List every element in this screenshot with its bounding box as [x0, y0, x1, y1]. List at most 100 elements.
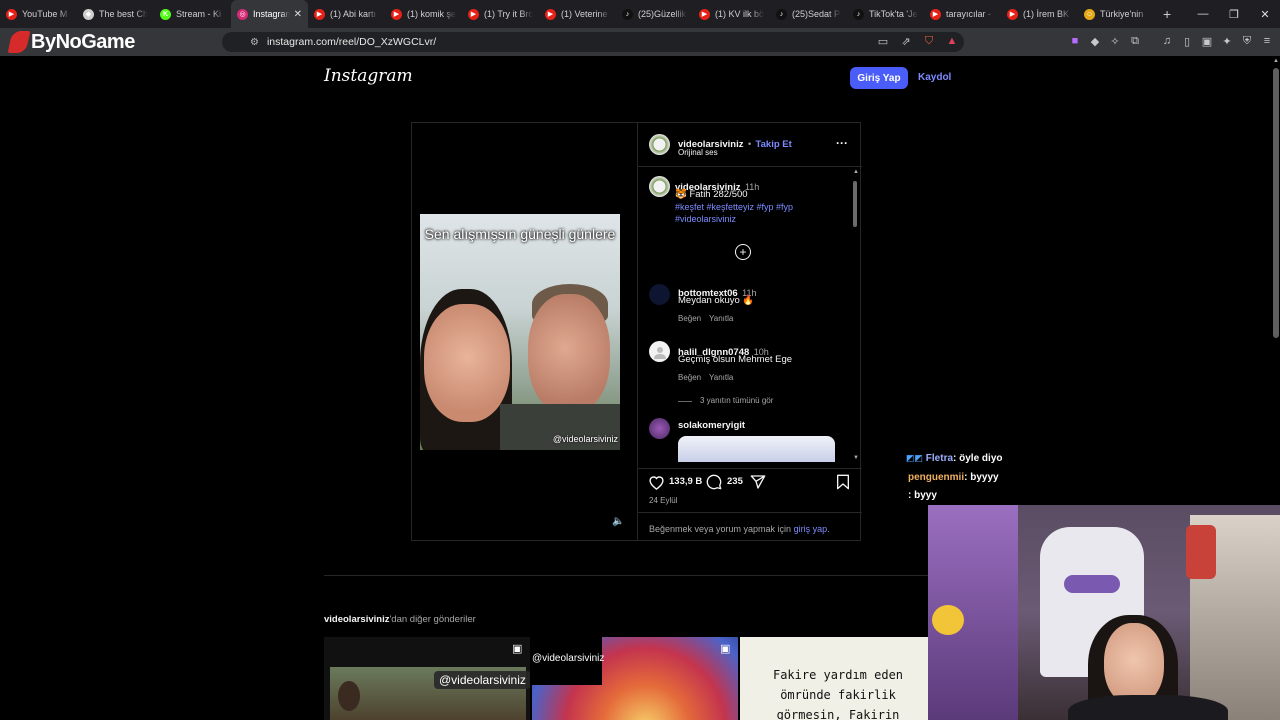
comment-avatar[interactable] [649, 418, 670, 439]
header-dot: • [747, 139, 752, 149]
comments-scrollbar[interactable]: ▲ ▼ [852, 169, 859, 461]
bynogame-logo[interactable]: ByNoGame [7, 30, 135, 54]
tab-favicon-icon: ◎ [237, 8, 248, 20]
save-icon[interactable] [836, 474, 850, 495]
audio-label[interactable]: Orijinal ses [678, 148, 718, 157]
tab-title: TikTok'ta 'Je [869, 9, 918, 19]
video-watermark: @videolarsiviniz [552, 434, 618, 444]
brave-shield-icon[interactable]: ⛉ [922, 34, 936, 48]
comment-avatar-default[interactable] [649, 341, 670, 362]
menu-icon[interactable]: ≡ [1260, 34, 1274, 48]
caption-hashtags-2[interactable]: #videolarsiviniz [675, 214, 736, 224]
comment-count[interactable]: 235 [727, 476, 743, 487]
author-avatar[interactable] [649, 134, 670, 155]
vpn-icon[interactable]: ⛨ [1240, 34, 1254, 48]
load-more-comments-icon[interactable]: + [735, 244, 751, 260]
tab-title: YouTube M [22, 9, 68, 19]
extension-2-icon[interactable]: ◆ [1088, 34, 1102, 48]
browser-tab[interactable]: ▶ (1) Abi kartı [308, 0, 385, 28]
browser-tab[interactable]: ▶ (1) İrem BK [1001, 0, 1078, 28]
video-caption-overlay: Sen alışmışsın güneşli günlere [424, 226, 616, 242]
browser-tab[interactable]: ▶ YouTube M [0, 0, 77, 28]
extensions-icon[interactable]: ✧ [1108, 34, 1122, 48]
post-actions: 133,9 B 235 24 Eylül Beğenmek veya yorum… [638, 468, 862, 540]
more-options-icon[interactable]: ··· [836, 136, 848, 150]
like-count[interactable]: 133,9 B [669, 476, 702, 487]
reel-icon: ▣ [720, 643, 731, 655]
browser-tab[interactable]: ▶ tarayıcılar - [924, 0, 1001, 28]
person-left-face [424, 304, 510, 422]
thumbnail-post[interactable]: @videolarsiviniz ▣ [324, 637, 530, 720]
extension-1-icon[interactable]: ■ [1068, 34, 1082, 48]
browser-tab[interactable]: ☺ Türkiye'nin [1078, 0, 1155, 28]
login-prompt-text: Beğenmek veya yorum yapmak için [649, 524, 794, 534]
thumbnail-post[interactable]: Fakire yardım eden ömründe fakirlik görm… [740, 637, 928, 720]
streamer-webcam [928, 505, 1280, 720]
comment-like-button[interactable]: Beğen [678, 373, 701, 382]
sidebar-icon[interactable]: ▯ [1180, 34, 1194, 48]
brave-rewards-icon[interactable]: ▲ [945, 34, 959, 48]
tab-strip: ▶ YouTube M ◆ The best Ch K Stream - Ki ◎ Insta… [0, 0, 1280, 28]
post-date: 24 Eylül [649, 496, 678, 505]
close-tab-icon[interactable]: ✕ [294, 9, 302, 20]
media-icon[interactable]: ♫ [1160, 34, 1174, 48]
tab-favicon-icon: ♪ [853, 8, 864, 20]
tab-title: Instagram [253, 9, 290, 19]
chat-user: penguenmii [908, 472, 965, 483]
login-button[interactable]: Giriş Yap [850, 67, 908, 89]
browser-tab[interactable]: ◎ Instagram ✕ [231, 0, 308, 28]
follow-button[interactable]: Takip Et [756, 139, 792, 150]
comment-reply-button[interactable]: Yanıtla [709, 314, 733, 323]
signup-link[interactable]: Kaydol [918, 72, 951, 83]
reel-video[interactable]: Sen alışmışsın güneşli günlere @videolar… [412, 123, 636, 540]
browser-tab[interactable]: ▶ (1) KV ilk bö [693, 0, 770, 28]
wallet-icon[interactable]: ▣ [1200, 34, 1214, 48]
site-info-icon[interactable]: ⚙ [250, 37, 259, 48]
browser-tab[interactable]: ♪ (25)Güzellik [616, 0, 693, 28]
maximize-button[interactable]: ❐ [1219, 0, 1249, 28]
new-tab-button[interactable]: + [1163, 6, 1171, 22]
leo-ai-icon[interactable]: ✦ [1220, 34, 1234, 48]
url-text[interactable]: instagram.com/reel/DO_XzWGCLvr/ [267, 36, 436, 48]
browser-tab[interactable]: K Stream - Ki [154, 0, 231, 28]
cast-icon[interactable]: ▭ [876, 34, 890, 48]
comment-sticker-image[interactable] [678, 436, 835, 462]
share-icon[interactable] [750, 474, 766, 495]
close-window-button[interactable]: ✕ [1250, 0, 1280, 28]
caption-hashtags-1[interactable]: #keşfet #keşfetteyiz #fyp #fyp [675, 202, 793, 212]
comment-username[interactable]: solakomeryigit [678, 420, 745, 431]
browser-tab[interactable]: ♪ (25)Sedat Pe [770, 0, 847, 28]
person-right-face [528, 294, 610, 414]
view-replies-link[interactable]: 3 yanıtın tümünü gör [700, 396, 773, 405]
comment-icon[interactable] [706, 474, 722, 495]
bynogame-logo-text: ByNoGame [31, 30, 135, 53]
chat-user: Fletra [925, 453, 954, 464]
browser-tab[interactable]: ▶ (1) Try it Bro [462, 0, 539, 28]
chair-logo [1064, 575, 1120, 593]
login-prompt: Beğenmek veya yorum yapmak için giriş ya… [649, 524, 830, 534]
more-posts-user[interactable]: videolarsiviniz [324, 614, 389, 625]
comment-avatar[interactable] [649, 284, 670, 305]
like-icon[interactable] [648, 474, 665, 495]
browser-tab[interactable]: ◆ The best Ch [77, 0, 154, 28]
browser-tab[interactable]: ♪ TikTok'ta 'Je [847, 0, 924, 28]
share-icon[interactable]: ⇗ [899, 34, 913, 48]
minimize-button[interactable]: — [1188, 0, 1218, 28]
thumbnail-post[interactable]: @videolarsiviniz ▣ [532, 637, 738, 720]
instagram-logo[interactable]: Instagram [324, 66, 413, 86]
video-frame[interactable]: Sen alışmışsın güneşli günlere @videolar… [420, 214, 620, 450]
address-bar[interactable]: ⚙ instagram.com/reel/DO_XzWGCLvr/ [222, 32, 964, 52]
screenshot-icon[interactable]: ⧉ [1128, 34, 1142, 48]
audio-icon[interactable]: 🔈 [612, 516, 624, 527]
tab-favicon-icon: ▶ [1007, 8, 1018, 20]
tab-title: Stream - Ki [176, 9, 222, 19]
tab-title: (25)Güzellik [638, 9, 687, 19]
login-prompt-link[interactable]: giriş yap [794, 524, 828, 534]
browser-tab[interactable]: ▶ (1) komik şe [385, 0, 462, 28]
caption-avatar[interactable] [649, 176, 670, 197]
tab-favicon-icon: ▶ [545, 8, 556, 20]
comment-like-button[interactable]: Beğen [678, 314, 701, 323]
browser-tab[interactable]: ▶ (1) Veterine [539, 0, 616, 28]
comment-reply-button[interactable]: Yanıtla [709, 373, 733, 382]
page-scrollbar[interactable]: ▲ [1272, 58, 1280, 338]
